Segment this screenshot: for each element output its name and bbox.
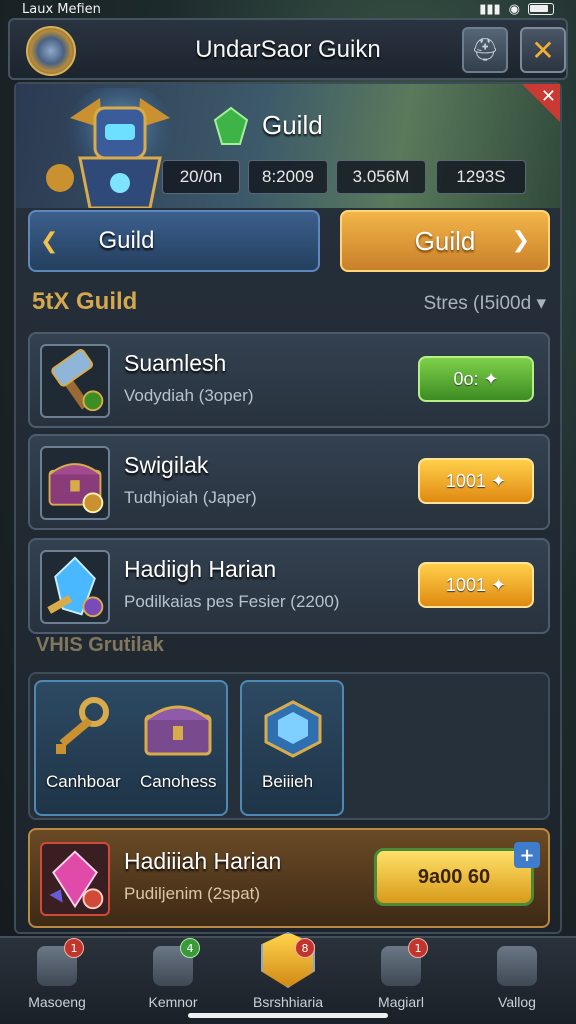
daily-reward-subtitle: Pudiljenim (2spat) — [124, 884, 261, 903]
nav-item-masoeng[interactable]: 1 Masoeng — [2, 938, 112, 1024]
section-title: 5tX Guild — [32, 288, 138, 315]
chest-card[interactable]: Beiiieh — [240, 680, 344, 816]
nav-badge: 1 — [408, 938, 428, 958]
stat-members: 20/0n — [162, 160, 240, 194]
home-indicator[interactable] — [188, 1013, 388, 1018]
helmet-icon: ⛑ — [471, 37, 499, 63]
nav-label: Kemnor — [148, 994, 198, 1010]
quest-name: Swigilak — [124, 452, 209, 478]
quest-item[interactable]: Suamlesh Vodydiah (3oper) 0o: ✦ — [28, 332, 550, 428]
chest-label: Beiiieh — [262, 772, 314, 791]
wifi-icon: ◉ — [508, 1, 520, 17]
quest-icon-frame — [40, 344, 110, 418]
chevron-down-icon: ▾ — [536, 293, 546, 314]
nav-item-kemnor[interactable]: 4 Kemnor — [118, 938, 228, 1024]
hammer-icon — [51, 349, 104, 412]
nav-item-bsrshhiaria[interactable]: 8 Bsrshhiaria — [233, 932, 343, 1024]
sort-label: Stres (I5i00d — [423, 293, 532, 314]
tab-label: Guild — [98, 227, 155, 254]
daily-icon-frame — [40, 842, 110, 916]
gem-icon — [49, 850, 104, 910]
daily-claim-button[interactable]: 9a00 60 — [374, 848, 534, 906]
close-icon: ✕ — [531, 33, 555, 67]
nav-item-vallog[interactable]: Vallog — [462, 938, 572, 1024]
close-icon: ✕ — [540, 86, 556, 107]
quest-icon-frame — [40, 446, 110, 520]
quest-subtitle: Podilkaias pes Fesier (2200) — [124, 592, 340, 611]
quest-icon-frame — [40, 550, 110, 624]
quest-claim-button[interactable]: 1001 ✦ — [418, 562, 534, 608]
quest-item[interactable]: Hadiigh Harian Podilkaias pes Fesier (22… — [28, 538, 550, 634]
chest-icon — [144, 705, 212, 756]
carrier-text: Laux Mefien — [22, 1, 101, 17]
nav-badge: 8 — [295, 938, 315, 958]
battery-icon — [528, 3, 554, 15]
nav-label: Masoeng — [28, 994, 86, 1010]
nav-label: Bsrshhiaria — [252, 994, 324, 1010]
chevron-right-icon: ❯ — [511, 228, 530, 253]
tab-label: Guild — [414, 225, 476, 256]
banner-close-button[interactable]: ✕ — [522, 84, 560, 124]
emerald-icon — [213, 106, 249, 145]
cube-icon — [264, 700, 322, 758]
daily-reward-name: Hadiiiah Harian — [124, 848, 282, 874]
chest-row: Canhboar Canohess Beiiieh — [28, 672, 550, 820]
helmet-button[interactable]: ⛑ — [462, 27, 508, 73]
tab-guild-left[interactable]: ❮ Guild — [28, 210, 320, 272]
chest-icon — [48, 463, 104, 514]
quest-claim-button[interactable]: 0o: ✦ — [418, 356, 534, 402]
gear-icon — [497, 946, 537, 986]
nav-badge: 1 — [64, 938, 84, 958]
chest-label: Canohess — [140, 772, 217, 791]
chest-label: Canhboar — [46, 772, 121, 791]
close-button[interactable]: ✕ — [520, 27, 566, 73]
banner-title: Guild — [262, 110, 323, 140]
chevron-left-icon: ❮ — [40, 228, 59, 254]
key-icon — [56, 697, 109, 754]
quest-claim-button[interactable]: 1001 ✦ — [418, 458, 534, 504]
tab-bar: ❮ Guild Guild ❯ — [28, 210, 550, 272]
nav-item-magiarl[interactable]: 1 Magiarl — [346, 938, 456, 1024]
nav-badge: 4 — [180, 938, 200, 958]
quest-name: Hadiigh Harian — [124, 556, 277, 582]
signal-icon: ▮▮▮ — [479, 1, 501, 17]
plus-icon[interactable]: + — [514, 842, 540, 868]
daily-reward-item[interactable]: Hadiiiah Harian Pudiljenim (2spat) 9a00 … — [28, 828, 550, 928]
bottom-nav: 1 Masoeng 4 Kemnor 8 Bsrshhiaria 1 Magia… — [0, 932, 576, 1024]
sort-dropdown[interactable]: Stres (I5i00d ▾ — [423, 292, 546, 315]
stat-rank: 1293S — [436, 160, 526, 194]
nav-label: Vallog — [498, 994, 536, 1010]
top-bar: UndarSaor Guikn ⛑ ✕ — [8, 18, 568, 80]
quest-subtitle: Tudhjoiah (Japer) — [124, 488, 257, 507]
nav-label: Magiarl — [378, 994, 424, 1010]
quest-item[interactable]: Swigilak Tudhjoiah (Japer) 1001 ✦ — [28, 434, 550, 530]
stat-gold: 3.056M — [336, 160, 426, 194]
stat-power: 8:2009 — [248, 160, 328, 194]
status-bar: Laux Mefien ▮▮▮ ◉ — [0, 0, 576, 18]
crystal-icon — [47, 556, 104, 618]
status-icons: ▮▮▮ ◉ — [479, 2, 554, 17]
tab-guild-right[interactable]: Guild ❯ — [340, 210, 550, 272]
quest-subtitle: Vodydiah (3oper) — [124, 386, 254, 405]
chest-card-pair[interactable]: Canhboar Canohess — [34, 680, 228, 816]
section-title: VHIS Grutilak — [36, 634, 164, 656]
quest-name: Suamlesh — [124, 350, 227, 376]
guild-banner: Guild ✕ 20/0n 8:2009 3.056M 1293S — [16, 84, 560, 208]
